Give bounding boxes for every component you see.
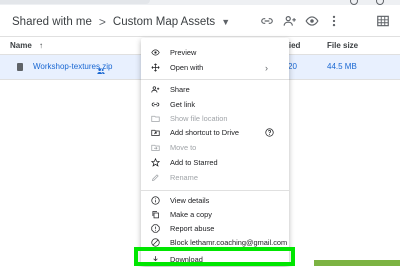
menu-item-report-abuse[interactable]: Report abuse: [141, 221, 289, 236]
sort-arrow-icon[interactable]: ↑: [39, 41, 43, 50]
chevron-down-icon[interactable]: ▼: [221, 17, 230, 27]
top-toolbar-strip: [0, 0, 400, 5]
file-size: 44.5 MB: [327, 62, 357, 71]
header-divider: [0, 36, 400, 37]
menu-item-make-a-copy[interactable]: Make a copy: [141, 207, 289, 222]
menu-item-share[interactable]: Share: [141, 82, 289, 97]
breadcrumb: Shared with me > Custom Map Assets ▼: [0, 8, 230, 36]
column-name-label: Name: [10, 41, 32, 50]
menu-divider: [141, 79, 289, 80]
pencil-icon: [151, 173, 160, 182]
menu-item-move-to: Move to: [141, 140, 289, 155]
move-arrows-icon: [151, 63, 160, 72]
chevron-right-icon: ›: [265, 62, 268, 73]
share-person-icon: [151, 85, 160, 94]
download-progress-bar: [314, 260, 400, 266]
shared-people-icon: [97, 62, 105, 74]
menu-item-preview[interactable]: Preview: [141, 45, 289, 60]
menu-label: Get link: [170, 100, 196, 109]
eye-icon[interactable]: [305, 14, 319, 28]
breadcrumb-shared-with-me[interactable]: Shared with me: [12, 16, 92, 28]
zip-file-icon: [17, 63, 23, 71]
add-person-icon[interactable]: [283, 14, 297, 28]
menu-divider: [141, 190, 289, 191]
folder-icon: [151, 114, 160, 123]
search-bar-edge[interactable]: [0, 0, 150, 4]
help-circle-icon[interactable]: [265, 128, 274, 137]
settings-icon[interactable]: [376, 0, 384, 5]
help-icon[interactable]: [350, 0, 358, 5]
breadcrumb-current-folder[interactable]: Custom Map Assets: [113, 16, 215, 28]
block-icon: [151, 238, 160, 247]
menu-label: Add shortcut to Drive: [170, 128, 240, 137]
download-highlight-box: [134, 247, 295, 266]
menu-item-view-details[interactable]: View details: [141, 193, 289, 208]
menu-item-add-to-starred[interactable]: Add to Starred: [141, 155, 289, 170]
grid-view-icon[interactable]: [376, 14, 390, 28]
menu-label: Share: [170, 85, 190, 94]
shortcut-icon: [151, 128, 160, 137]
column-header-size[interactable]: File size: [327, 41, 358, 50]
star-icon: [151, 158, 160, 167]
more-vert-icon[interactable]: [327, 14, 341, 28]
menu-item-rename: Rename: [141, 170, 289, 185]
file-modified: 20: [288, 62, 297, 71]
menu-label: Open with: [170, 63, 204, 72]
menu-item-open-with[interactable]: Open with ›: [141, 60, 289, 75]
menu-label: Show file location: [170, 114, 228, 123]
menu-label: Add to Starred: [170, 158, 218, 167]
menu-label: Report abuse: [170, 224, 215, 233]
menu-label: Preview: [170, 48, 197, 57]
menu-label: View details: [170, 196, 210, 205]
menu-item-get-link[interactable]: Get link: [141, 97, 289, 112]
info-icon: [151, 196, 160, 205]
menu-label: Make a copy: [170, 210, 212, 219]
menu-item-show-file-location: Show file location: [141, 111, 289, 126]
context-menu: Preview Open with › Share Get link Show …: [141, 38, 289, 266]
link-icon: [151, 100, 160, 109]
menu-label: Block lethamr.coaching@gmail.com: [170, 238, 288, 247]
link-icon[interactable]: [260, 14, 274, 28]
menu-label: Rename: [170, 173, 198, 182]
move-folder-icon: [151, 143, 160, 152]
menu-item-add-shortcut[interactable]: Add shortcut to Drive: [141, 125, 289, 140]
column-header-name[interactable]: Name ↑: [10, 41, 43, 50]
report-icon: [151, 224, 160, 233]
breadcrumb-separator: >: [98, 15, 106, 29]
eye-icon: [151, 48, 160, 57]
menu-label: Move to: [170, 143, 197, 152]
copy-icon: [151, 210, 160, 219]
